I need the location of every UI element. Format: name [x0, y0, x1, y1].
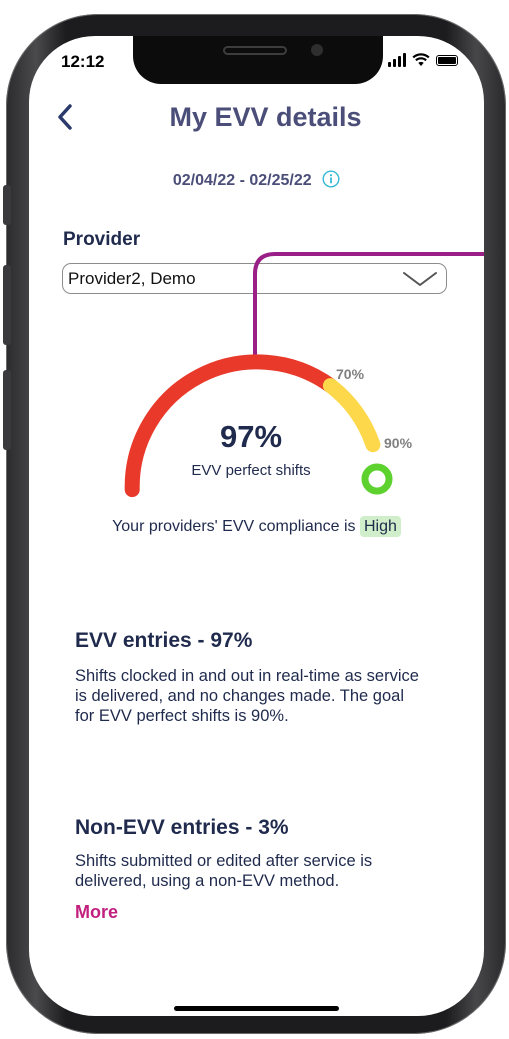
- evv-entries-text: Shifts clocked in and out in real-time a…: [75, 667, 419, 725]
- more-link[interactable]: More: [75, 902, 118, 923]
- evv-entries-title: EVV entries - 97%: [75, 629, 253, 652]
- compliance-level-badge: High: [360, 516, 401, 537]
- compliance-statement: Your providers' EVV compliance is High: [29, 516, 484, 537]
- volume-up-button: [3, 265, 11, 345]
- gauge-tick-90: 90%: [384, 435, 413, 451]
- compliance-text: Your providers' EVV compliance is: [112, 518, 356, 535]
- gauge-value: 97%: [219, 419, 283, 454]
- volume-down-button: [3, 370, 11, 450]
- gauge-yellow-zone: [322, 378, 381, 453]
- gauge-needle-dot: [361, 463, 393, 495]
- gauge-tick-70: 70%: [336, 366, 365, 382]
- app-screen: 12:12 My EVV details 02/04/22 - 02/25/22…: [29, 36, 484, 1016]
- gauge-caption: EVV perfect shifts: [191, 462, 311, 479]
- home-indicator[interactable]: [174, 1006, 339, 1011]
- non-evv-entries-text: Shifts submitted or edited after service…: [75, 852, 373, 890]
- non-evv-entries-title: Non-EVV entries - 3%: [75, 816, 289, 839]
- mute-switch: [3, 185, 11, 225]
